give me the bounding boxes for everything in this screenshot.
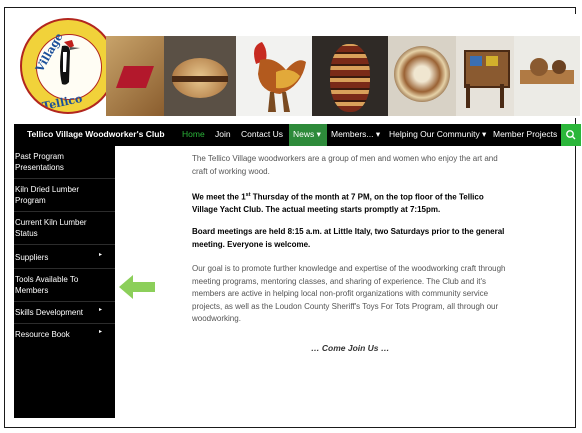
search-icon (566, 130, 576, 140)
photo-rooster (236, 36, 312, 116)
come-join-us: … Come Join Us … (311, 343, 390, 353)
intro-paragraph: The Tellico Village woodworkers are a gr… (192, 154, 498, 176)
sidebar-item-kiln-dried-lumber-program[interactable]: Kiln Dried Lumber Program (15, 184, 101, 206)
photo-wood-bowl (164, 36, 236, 116)
header-banner: Village Village Woodworkers Tellico (14, 14, 580, 118)
sidebar-item-skills-development[interactable]: Skills Development (15, 307, 101, 318)
nav-news[interactable]: News ▾ (293, 129, 321, 140)
photo-wood-box (106, 36, 164, 116)
submenu-arrow-icon: ▸ (99, 307, 103, 313)
club-logo[interactable]: Village Village Woodworkers Tellico (20, 18, 116, 114)
sidebar-divider (14, 301, 115, 302)
photo-carved-bowl (388, 36, 456, 116)
search-button[interactable] (561, 124, 581, 146)
photo-cabinet (456, 36, 514, 116)
sidebar-item-current-kiln-lumber-status[interactable]: Current Kiln Lumber Status (15, 217, 101, 239)
meeting-text-start: We meet the 1 (192, 192, 246, 202)
sidebar-divider (14, 268, 115, 269)
sidebar-item-past-program-presentations[interactable]: Past Program Presentations (15, 151, 101, 173)
sidebar-item-resource-book[interactable]: Resource Book (15, 329, 101, 340)
meeting-paragraph: We meet the 1st Thursday of the month at… (192, 189, 510, 217)
submenu-arrow-icon: ▸ (99, 252, 103, 258)
goal-paragraph: Our goal is to promote further knowledge… (192, 264, 506, 323)
nav-members[interactable]: Members... ▾ (331, 129, 380, 140)
board-meetings-paragraph: Board meetings are held 8:15 a.m. at Lit… (192, 227, 505, 249)
sidebar-divider (14, 178, 115, 179)
photo-wood-machine (514, 36, 580, 116)
nav-helping-our-community[interactable]: Helping Our Community ▾ (389, 129, 486, 140)
sidebar-divider (14, 323, 115, 324)
sidebar-item-tools-available-to-members[interactable]: Tools Available To Members (15, 274, 101, 296)
sidebar-divider (14, 211, 115, 212)
nav-home[interactable]: Home (182, 129, 205, 139)
nav-join[interactable]: Join (215, 129, 231, 139)
site-title[interactable]: Tellico Village Woodworker's Club (27, 129, 165, 139)
left-arrow-icon (119, 275, 155, 299)
photo-segmented-vase (312, 36, 388, 116)
nav-contact-us[interactable]: Contact Us (241, 129, 283, 139)
submenu-arrow-icon: ▸ (99, 329, 103, 335)
nav-member-projects[interactable]: Member Projects (493, 129, 557, 139)
logo-text-tellico: Tellico (41, 91, 84, 114)
sidebar-item-suppliers[interactable]: Suppliers (15, 252, 101, 263)
sidebar-divider (14, 244, 115, 245)
